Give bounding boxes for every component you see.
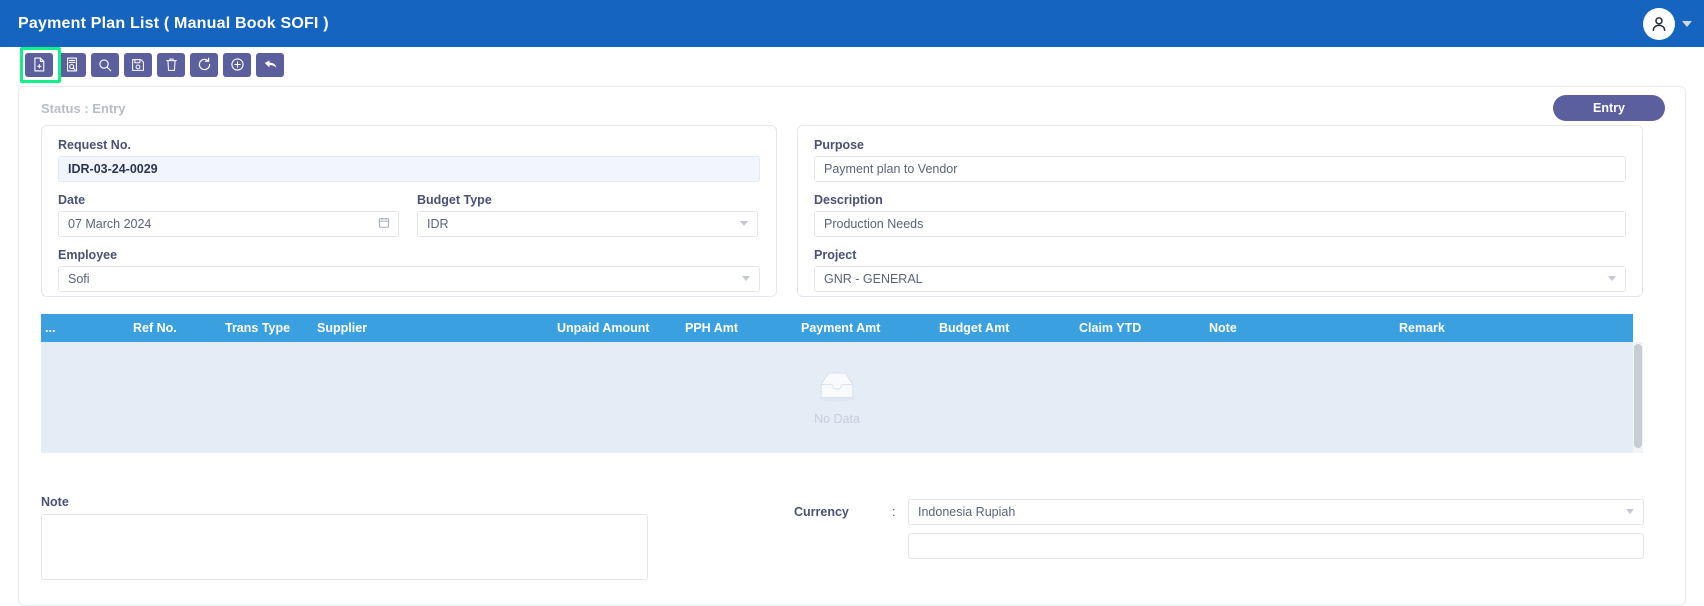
form-panel-left: Request No. IDR-03-24-0029 Date 07 March… <box>41 125 777 297</box>
note-label: Note <box>41 495 69 509</box>
table-column-header[interactable]: Payment Amt <box>797 321 935 335</box>
toolbar <box>0 46 1704 83</box>
table-header-row: ... Ref No. Trans Type Supplier Unpaid Amoun… <box>41 314 1633 342</box>
no-data-label: No Data <box>814 412 860 426</box>
toolbar-buttons <box>0 46 289 83</box>
table-column-header[interactable]: ... <box>41 321 129 335</box>
table-column-header[interactable]: Supplier <box>313 321 553 335</box>
document-search-button[interactable] <box>58 52 86 77</box>
app-titlebar: Payment Plan List ( Manual Book SOFI ) <box>0 0 1704 47</box>
budget-type-label: Budget Type <box>417 193 492 207</box>
employee-select[interactable]: Sofi <box>58 266 760 292</box>
field-date: Date 07 March 2024 <box>58 193 399 237</box>
field-project: Project GNR - GENERAL <box>814 248 1626 292</box>
main-card: Status : Entry Entry Request No. IDR-03-… <box>18 86 1686 606</box>
request-no-input[interactable]: IDR-03-24-0029 <box>58 156 760 182</box>
titlebar-user-menu[interactable] <box>1643 7 1692 40</box>
payment-plan-table: ... Ref No. Trans Type Supplier Unpaid Amoun… <box>41 314 1643 453</box>
currency-separator: : <box>892 505 896 519</box>
save-button[interactable] <box>124 52 152 77</box>
table-column-header[interactable]: Trans Type <box>221 321 313 335</box>
refresh-button[interactable] <box>190 52 218 77</box>
new-document-button[interactable] <box>25 52 53 77</box>
project-select[interactable]: GNR - GENERAL <box>814 266 1626 292</box>
field-employee: Employee Sofi <box>58 248 760 292</box>
table-scrollbar-thumb[interactable] <box>1634 344 1642 448</box>
table-column-header[interactable]: PPH Amt <box>681 321 797 335</box>
request-no-label: Request No. <box>58 138 131 152</box>
field-note: Note <box>41 495 648 580</box>
budget-type-select[interactable]: IDR <box>417 211 758 237</box>
field-request-no: Request No. IDR-03-24-0029 <box>58 138 760 182</box>
user-avatar-icon[interactable] <box>1643 7 1675 40</box>
date-budget-row: Date 07 March 2024 Budget Type IDR <box>58 193 760 248</box>
date-label: Date <box>58 193 86 207</box>
form-panel-right: Purpose Payment plan to Vendor Descripti… <box>797 125 1643 297</box>
field-description: Description Production Needs <box>814 193 1626 237</box>
field-purpose: Purpose Payment plan to Vendor <box>814 138 1626 182</box>
status-label: Status : Entry <box>41 100 126 116</box>
table-empty-body: No Data <box>41 342 1633 453</box>
table-column-header[interactable]: Claim YTD <box>1075 321 1205 335</box>
currency-value: Indonesia Rupiah <box>918 505 1016 519</box>
description-input[interactable]: Production Needs <box>814 211 1626 237</box>
currency-select[interactable]: Indonesia Rupiah <box>908 499 1644 525</box>
back-button[interactable] <box>256 52 284 77</box>
chevron-down-icon[interactable] <box>742 276 750 281</box>
currency-secondary-input[interactable] <box>908 533 1644 559</box>
date-value: 07 March 2024 <box>68 217 152 231</box>
table-column-header[interactable]: Ref No. <box>129 321 221 335</box>
add-button[interactable] <box>223 52 251 77</box>
page-title: Payment Plan List ( Manual Book SOFI ) <box>18 14 329 32</box>
field-currency: Currency : Indonesia Rupiah <box>794 499 1644 525</box>
purpose-input[interactable]: Payment plan to Vendor <box>814 156 1626 182</box>
status-row: Status : Entry Entry <box>41 95 1665 121</box>
table-column-header[interactable]: Note <box>1205 321 1395 335</box>
table-column-header[interactable]: Unpaid Amount <box>553 321 681 335</box>
delete-button[interactable] <box>157 52 185 77</box>
note-textarea[interactable] <box>41 514 648 580</box>
calendar-icon[interactable] <box>378 217 390 232</box>
description-label: Description <box>814 193 883 207</box>
entry-status-button[interactable]: Entry <box>1553 95 1665 121</box>
search-button[interactable] <box>91 52 119 77</box>
table-column-header[interactable]: Remark <box>1395 321 1533 335</box>
chevron-down-icon[interactable] <box>1608 276 1616 281</box>
chevron-down-icon[interactable] <box>1682 20 1692 27</box>
table-column-header[interactable]: Budget Amt <box>935 321 1075 335</box>
employee-value: Sofi <box>68 272 90 286</box>
project-label: Project <box>814 248 857 262</box>
purpose-label: Purpose <box>814 138 865 152</box>
date-input[interactable]: 07 March 2024 <box>58 211 399 237</box>
chevron-down-icon[interactable] <box>740 221 748 226</box>
budget-type-value: IDR <box>427 217 449 231</box>
chevron-down-icon[interactable] <box>1626 509 1634 514</box>
currency-label: Currency <box>794 505 849 519</box>
table-vertical-scrollbar[interactable] <box>1633 342 1643 453</box>
employee-label: Employee <box>58 248 118 262</box>
field-budget-type: Budget Type IDR <box>417 193 758 248</box>
project-value: GNR - GENERAL <box>824 272 923 286</box>
empty-inbox-icon <box>814 369 860 408</box>
